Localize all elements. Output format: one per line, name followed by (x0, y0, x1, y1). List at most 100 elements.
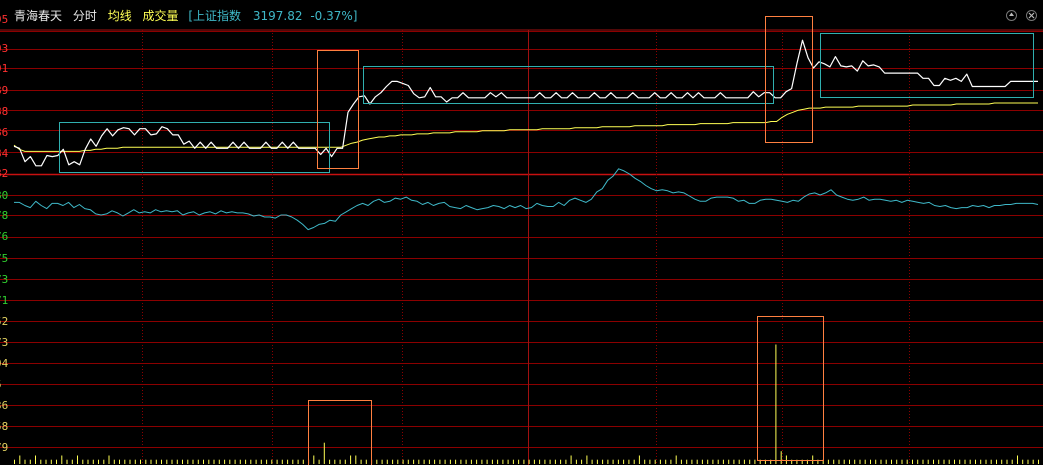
volume-bar (14, 459, 15, 464)
volume-bar (659, 459, 661, 464)
volume-bar (434, 459, 436, 464)
volume-bar (680, 459, 682, 464)
volume-bar (418, 459, 420, 464)
volume-bar (129, 459, 131, 464)
volume-bar (912, 459, 913, 464)
volume-bar (355, 455, 357, 464)
y-tick-label: 91 (0, 62, 8, 75)
y-tick-label: 82 (0, 167, 8, 180)
volume-bar (1006, 459, 1008, 464)
volume-bar (502, 459, 504, 464)
volume-bar (875, 459, 877, 464)
volume-bar (224, 459, 226, 464)
volume-bar (896, 459, 898, 464)
highlight-box-orange (757, 316, 824, 461)
y-tick-label: 71 (0, 294, 8, 307)
volume-bar (292, 459, 294, 464)
volume-bar (544, 459, 546, 464)
volume-bar (444, 459, 446, 464)
volume-bar (917, 459, 919, 464)
volume-bar (691, 459, 693, 464)
volume-bar (728, 459, 730, 464)
volume-bar (344, 459, 346, 464)
volume-bar (628, 459, 630, 464)
volume-bar (943, 459, 945, 464)
volume-bar (187, 459, 189, 464)
volume-bar (460, 459, 462, 464)
y-tick-label: 58 (0, 420, 8, 433)
volume-bar (649, 459, 651, 464)
volume-bar (596, 459, 598, 464)
volume-bar (512, 459, 514, 464)
intraday-chart: 95 93 91 89 88 86 84 82 80 78 76 75 73 71 52 73 94 5 36 58 7… (0, 13, 1043, 465)
volume-bar (575, 459, 577, 464)
volume-bar (61, 455, 63, 464)
volume-bar (449, 459, 451, 464)
volume-bar (428, 459, 430, 464)
volume-bar (145, 459, 147, 464)
volume-bar (712, 459, 714, 464)
volume-bar (633, 459, 635, 464)
volume-bar (271, 459, 273, 464)
volume-bar (1032, 459, 1034, 464)
volume-bar (182, 459, 183, 464)
volume-bar (192, 459, 194, 464)
volume-bar (497, 459, 499, 464)
volume-bar (827, 459, 829, 464)
volume-bar (749, 459, 751, 464)
volume-bar (738, 459, 740, 464)
volume-bar (969, 459, 971, 464)
volume-bar (901, 459, 903, 464)
volume-bar (586, 455, 588, 464)
volume-bar (1027, 459, 1029, 464)
volume-bar (754, 459, 756, 464)
volume-bar (1011, 459, 1013, 464)
volume-bar (880, 459, 882, 464)
volume-bar (1017, 455, 1018, 464)
volume-bar (570, 455, 572, 464)
volume-bar (1038, 459, 1039, 464)
volume-bar (166, 459, 168, 464)
volume-bar (938, 459, 940, 464)
volume-bar (203, 459, 204, 464)
volume-bar (670, 459, 672, 464)
volume-bar (507, 459, 509, 464)
volume-bar (40, 459, 42, 464)
volume-bar (103, 459, 105, 464)
volume-bar (50, 459, 52, 464)
volume-bar (208, 459, 210, 464)
volume-bar (933, 459, 934, 464)
volume-bar (528, 459, 530, 464)
volume-bar (954, 459, 955, 464)
volume-bar (565, 459, 567, 464)
volume-bar (780, 451, 782, 464)
volume-bar (733, 459, 735, 464)
y-tick-label: 95 (0, 13, 8, 26)
volume-bar (297, 459, 299, 464)
volume-bar (644, 459, 646, 464)
volume-bar (360, 459, 362, 464)
volume-bar (722, 459, 724, 464)
volume-bar (518, 459, 520, 464)
y-tick-label: 5 (0, 378, 2, 391)
volume-bar (176, 459, 178, 464)
volume-bar (266, 459, 268, 464)
y-tick-label: 76 (0, 230, 8, 243)
volume-bar (476, 459, 478, 464)
y-tick-label: 94 (0, 357, 9, 370)
volume-bar (119, 459, 120, 464)
volume-bar (922, 459, 924, 464)
volume-bar (197, 459, 199, 464)
volume-bar (996, 459, 997, 464)
volume-bar (859, 459, 861, 464)
y-tick-label: 88 (0, 105, 8, 118)
volume-bar (554, 459, 556, 464)
volume-bar (397, 459, 399, 464)
volume-bar (665, 459, 667, 464)
volume-bar (775, 344, 777, 464)
volume-bar (864, 459, 866, 464)
y-tick-label: 79 (0, 441, 8, 454)
volume-bar (350, 455, 352, 464)
volume-bar (329, 459, 331, 464)
volume-bar (591, 459, 593, 464)
